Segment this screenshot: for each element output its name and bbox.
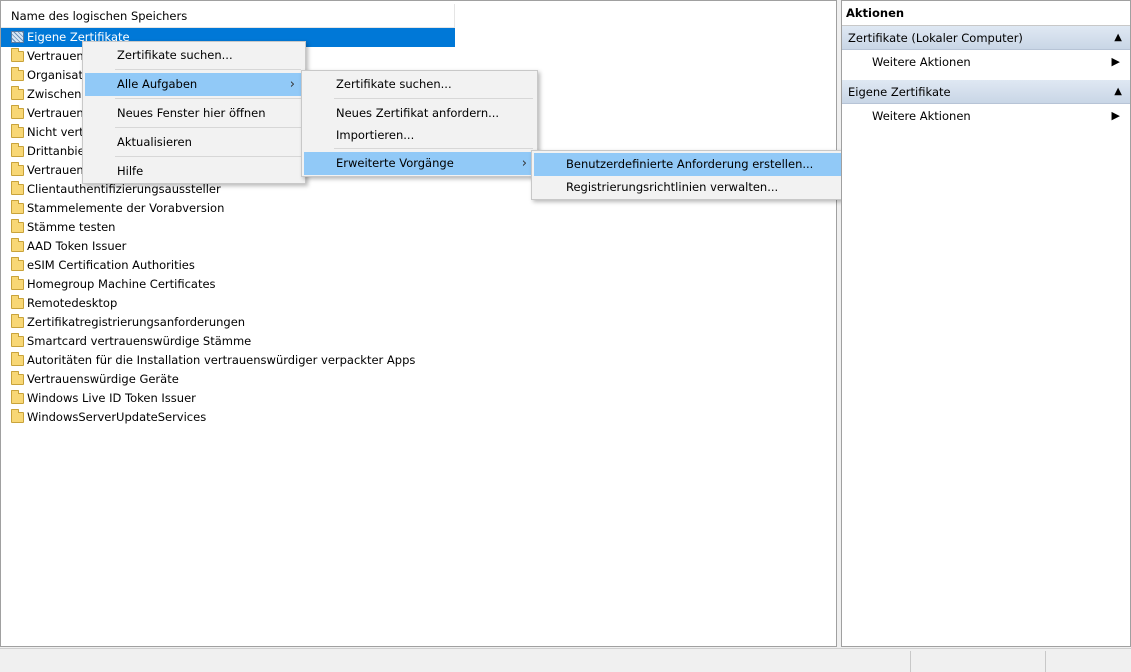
action-more-actions[interactable]: Weitere Aktionen ▶ [842, 50, 1130, 74]
menu-item-custom-request[interactable]: Benutzerdefinierte Anforderung erstellen… [534, 153, 841, 176]
folder-icon [11, 67, 24, 81]
folder-icon [11, 200, 24, 214]
store-item[interactable]: Homegroup Machine Certificates [1, 275, 455, 294]
folder-icon [11, 86, 24, 100]
menu-item-new-window[interactable]: Neues Fenster hier öffnen [85, 102, 303, 125]
folder-icon [11, 390, 24, 404]
folder-icon [11, 257, 24, 271]
menu-item-label: Erweiterte Vorgänge [336, 156, 454, 170]
folder-icon [11, 105, 24, 119]
collapse-up-icon[interactable]: ▲ [1114, 26, 1122, 50]
actions-section-header-personal[interactable]: Eigene Zertifikate ▲ [842, 80, 1130, 104]
folder-icon [11, 276, 24, 290]
store-item[interactable]: Stammelemente der Vorabversion [1, 199, 455, 218]
column-header-store-name[interactable]: Name des logischen Speichers [1, 4, 455, 28]
store-item-label: Vertrauenswürdige Geräte [27, 372, 179, 386]
folder-icon [11, 295, 24, 309]
store-item-label: Stammelemente der Vorabversion [27, 201, 225, 215]
menu-item-label: Alle Aufgaben [117, 77, 198, 91]
store-item-label: Smartcard vertrauenswürdige Stämme [27, 334, 252, 348]
triangle-right-icon: ▶ [1111, 55, 1120, 68]
status-cell [910, 651, 1045, 672]
store-item-label: Vertrauens [27, 49, 90, 63]
store-item[interactable]: AAD Token Issuer [1, 237, 455, 256]
store-item-label: AAD Token Issuer [27, 239, 127, 253]
action-more-actions[interactable]: Weitere Aktionen ▶ [842, 104, 1130, 128]
cert-store-icon [11, 31, 24, 43]
actions-section-header-local-computer[interactable]: Zertifikate (Lokaler Computer) ▲ [842, 26, 1130, 50]
store-item[interactable]: Autoritäten für die Installation vertrau… [1, 351, 455, 370]
collapse-up-icon[interactable]: ▲ [1114, 80, 1122, 104]
chevron-right-icon: › [521, 156, 527, 171]
store-item-label: Zertifikatregistrierungsanforderungen [27, 315, 246, 329]
folder-icon [11, 409, 24, 423]
store-item-label: Drittanbiet [27, 144, 90, 158]
store-item[interactable]: eSIM Certification Authorities [1, 256, 455, 275]
menu-item-import[interactable]: Importieren... [304, 124, 535, 146]
folder-icon [11, 181, 24, 195]
store-item-label: Homegroup Machine Certificates [27, 277, 216, 291]
menu-separator [115, 69, 301, 70]
triangle-right-icon: ▶ [1111, 109, 1120, 122]
context-menu: Zertifikate suchen... Alle Aufgaben › Ne… [82, 41, 306, 184]
section-header-label: Zertifikate (Lokaler Computer) [848, 31, 1023, 45]
menu-separator [115, 127, 301, 128]
status-bar [0, 648, 1131, 672]
store-item[interactable]: Stämme testen [1, 218, 455, 237]
menu-item-advanced-operations[interactable]: Erweiterte Vorgänge › [304, 152, 535, 175]
store-item-label: Nicht vertr [27, 125, 89, 139]
menu-item-manage-enrollment-policies[interactable]: Registrierungsrichtlinien verwalten... [534, 176, 841, 199]
menu-item-find-certificates[interactable]: Zertifikate suchen... [304, 73, 535, 96]
menu-item-refresh[interactable]: Aktualisieren [85, 131, 303, 154]
menu-item-all-tasks[interactable]: Alle Aufgaben › [85, 73, 303, 96]
store-item-label: Stämme testen [27, 220, 116, 234]
store-item[interactable]: WindowsServerUpdateServices [1, 408, 455, 427]
store-item-label: Remotedesktop [27, 296, 118, 310]
store-item-label: eSIM Certification Authorities [27, 258, 195, 272]
status-cell [1045, 651, 1131, 672]
store-item[interactable]: Vertrauenswürdige Geräte [1, 370, 455, 389]
folder-icon [11, 48, 24, 62]
advanced-submenu: Benutzerdefinierte Anforderung erstellen… [531, 150, 844, 200]
folder-icon [11, 238, 24, 252]
folder-icon [11, 333, 24, 347]
menu-item-find-certificates[interactable]: Zertifikate suchen... [85, 44, 303, 67]
store-item[interactable]: Smartcard vertrauenswürdige Stämme [1, 332, 455, 351]
folder-icon [11, 219, 24, 233]
menu-separator [115, 156, 301, 157]
actions-title: Aktionen [842, 1, 1130, 26]
menu-separator [115, 98, 301, 99]
all-tasks-submenu: Zertifikate suchen... Neues Zertifikat a… [301, 70, 538, 177]
folder-icon [11, 352, 24, 366]
store-item[interactable]: Windows Live ID Token Issuer [1, 389, 455, 408]
store-item-label: WindowsServerUpdateServices [27, 410, 207, 424]
store-item-label: Zwischenz [27, 87, 88, 101]
folder-icon [11, 314, 24, 328]
store-item-label: Clientauthentifizierungsaussteller [27, 182, 221, 196]
section-header-label: Eigene Zertifikate [848, 85, 951, 99]
folder-icon [11, 371, 24, 385]
menu-separator [334, 148, 533, 149]
chevron-right-icon: › [289, 77, 295, 92]
menu-separator [334, 98, 533, 99]
store-item-label: Vertrauens [27, 106, 90, 120]
folder-icon [11, 162, 24, 176]
menu-item-help[interactable]: Hilfe [85, 160, 303, 183]
store-item-label: Windows Live ID Token Issuer [27, 391, 196, 405]
store-item-label: Organisati [27, 68, 87, 82]
menu-item-request-new-certificate[interactable]: Neues Zertifikat anfordern... [304, 102, 535, 124]
store-item-label: Autoritäten für die Installation vertrau… [27, 353, 416, 367]
actions-pane: Aktionen Zertifikate (Lokaler Computer) … [841, 0, 1131, 647]
store-item[interactable]: Zertifikatregistrierungsanforderungen [1, 313, 455, 332]
store-item-label: Vertrauens [27, 163, 90, 177]
store-item[interactable]: Remotedesktop [1, 294, 455, 313]
folder-icon [11, 124, 24, 138]
action-label: Weitere Aktionen [872, 109, 971, 123]
folder-icon [11, 143, 24, 157]
action-label: Weitere Aktionen [872, 55, 971, 69]
